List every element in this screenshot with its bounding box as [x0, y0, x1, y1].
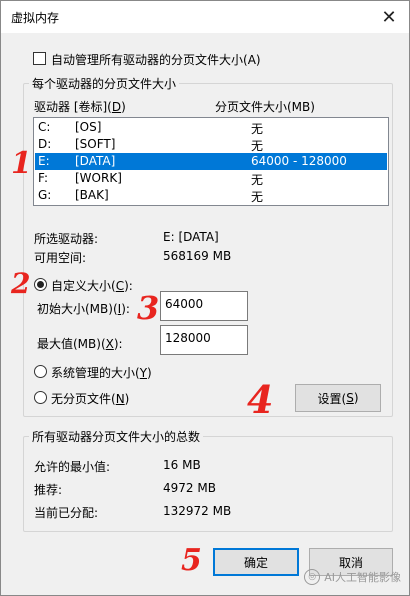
custom-size-radio[interactable]: [34, 278, 47, 291]
drive-list[interactable]: C: [OS] 无 D: [SOFT] 无 E: [DATA] 64000 - …: [33, 117, 389, 206]
free-space-value: 568169 MB: [163, 249, 232, 263]
drives-group-title: 每个驱动器的分页文件大小: [29, 75, 180, 92]
drive-label: [OS]: [75, 120, 102, 134]
recommended-value: 4972 MB: [163, 481, 216, 495]
no-paging-text: 无分页文件(: [51, 392, 116, 406]
custom-size-accel: C: [115, 279, 125, 293]
drive-letter: G:: [38, 188, 52, 202]
system-managed-radio[interactable]: [34, 365, 47, 378]
column-header-drive: 驱动器 [卷标](D): [34, 98, 126, 115]
custom-size-end: ):: [124, 279, 133, 293]
close-button[interactable]: ✕: [369, 1, 409, 33]
recommended-label: 推荐:: [34, 483, 63, 497]
drive-letter: C:: [38, 120, 51, 134]
max-size-accel: X: [105, 337, 114, 351]
set-button-text: 设置(: [317, 391, 347, 406]
selected-drive-label: 所选驱动器:: [34, 232, 99, 246]
drive-size: 无: [251, 173, 264, 187]
drive-label: [WORK]: [75, 171, 122, 185]
auto-manage-accel: (A): [243, 53, 261, 67]
system-managed-end: ): [147, 366, 152, 380]
virtual-memory-dialog: 虚拟内存 ✕ 自动管理所有驱动器的分页文件大小(A) 每个驱动器的分页文件大小 …: [0, 0, 410, 596]
free-space-label: 可用空间:: [34, 251, 87, 265]
window-title: 虚拟内存: [11, 11, 60, 25]
wechat-logo-icon: ◎: [304, 569, 321, 585]
drive-size: 无: [251, 190, 264, 204]
drive-size: 无: [251, 139, 264, 153]
custom-size-label[interactable]: 自定义大小(C):: [51, 277, 133, 294]
column-header-size: 分页文件大小(MB): [215, 100, 315, 114]
drive-letter: D:: [38, 137, 52, 151]
drive-row-f[interactable]: F: [WORK] 无: [35, 170, 387, 187]
drive-size: 64000 - 128000: [251, 154, 347, 168]
col-drive-end: ): [121, 100, 126, 114]
drive-letter: E:: [38, 154, 50, 168]
system-managed-text: 系统管理的大小(: [51, 366, 140, 380]
title-bar: 虚拟内存 ✕: [1, 1, 409, 33]
watermark-text: AI人工智能影像: [324, 571, 401, 584]
ok-button[interactable]: 确定: [213, 548, 299, 576]
annotation-2: 2: [11, 267, 31, 300]
auto-manage-text: 自动管理所有驱动器的分页文件大小: [51, 53, 244, 67]
drive-label: [DATA]: [75, 154, 116, 168]
annotation-5: 5: [181, 543, 202, 578]
set-button-accel: S: [346, 391, 354, 405]
selected-drive-value: E: [DATA]: [163, 230, 219, 244]
initial-size-input[interactable]: 64000: [160, 291, 248, 321]
no-paging-end: ): [124, 392, 130, 406]
auto-manage-label[interactable]: 自动管理所有驱动器的分页文件大小(A): [51, 51, 261, 68]
no-paging-accel: N: [115, 392, 125, 406]
no-paging-radio[interactable]: [34, 391, 47, 404]
custom-size-text: 自定义大小(: [51, 279, 116, 293]
watermark: ◎ AI人工智能影像: [304, 569, 401, 585]
auto-manage-checkbox[interactable]: [33, 52, 46, 65]
current-allocated-value: 132972 MB: [163, 504, 232, 518]
min-allowed-value: 16 MB: [163, 458, 201, 472]
set-button[interactable]: 设置(S): [295, 384, 381, 412]
col-drive-text: 驱动器 [卷标](: [34, 100, 112, 114]
max-size-label: 最大值(MB)(X):: [37, 335, 123, 352]
annotation-1: 1: [11, 146, 32, 181]
system-managed-accel: Y: [139, 366, 148, 380]
col-drive-accel: D: [111, 100, 122, 114]
drive-label: [SOFT]: [75, 137, 116, 151]
no-paging-label[interactable]: 无分页文件(N): [51, 390, 129, 407]
max-size-input[interactable]: 128000: [160, 325, 248, 355]
initial-size-text: 初始大小(MB)(: [37, 302, 118, 316]
annotation-4: 4: [247, 377, 274, 422]
totals-group-title: 所有驱动器分页文件大小的总数: [29, 428, 204, 445]
system-managed-label[interactable]: 系统管理的大小(Y): [51, 364, 152, 381]
drive-label: [BAK]: [75, 188, 109, 202]
drive-row-c[interactable]: C: [OS] 无: [35, 119, 387, 136]
drive-row-d[interactable]: D: [SOFT] 无: [35, 136, 387, 153]
max-size-end: ):: [113, 337, 123, 351]
min-allowed-label: 允许的最小值:: [34, 460, 111, 474]
drive-size: 无: [251, 122, 264, 136]
set-button-end: ): [353, 391, 359, 405]
annotation-3: 3: [137, 289, 160, 327]
current-allocated-label: 当前已分配:: [34, 506, 99, 520]
drive-letter: F:: [38, 171, 49, 185]
drive-row-g[interactable]: G: [BAK] 无: [35, 187, 387, 204]
max-size-text: 最大值(MB)(: [37, 337, 106, 351]
close-icon: ✕: [381, 6, 397, 28]
initial-size-label: 初始大小(MB)(I):: [37, 300, 130, 317]
drive-row-e[interactable]: E: [DATA] 64000 - 128000: [35, 153, 387, 170]
initial-size-end: ):: [121, 302, 130, 316]
